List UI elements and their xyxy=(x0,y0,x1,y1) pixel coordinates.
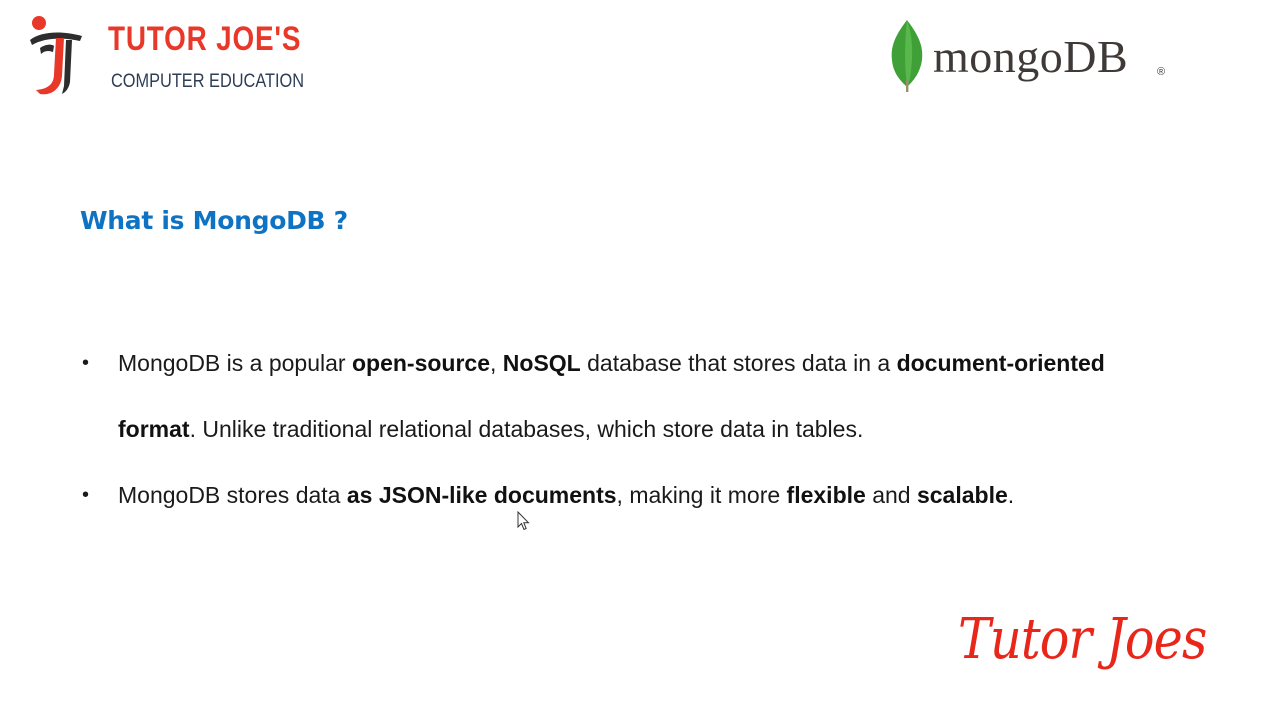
brand-signature: Tutor Joes xyxy=(958,607,1207,672)
bullet-dot-icon: • xyxy=(82,352,90,374)
mongodb-leaf-icon xyxy=(891,20,923,92)
slide-heading: What is MongoDB ? xyxy=(80,206,348,235)
bullet-dot-icon: • xyxy=(82,484,90,506)
bullet-text: MongoDB is a popular open-source, NoSQL … xyxy=(118,350,1105,442)
bullet-item: • MongoDB stores data as JSON-like docum… xyxy=(80,462,1120,528)
mongodb-wordmark: mongoDB xyxy=(933,31,1129,82)
bullet-text: MongoDB stores data as JSON-like documen… xyxy=(118,482,1015,508)
bullet-item: • MongoDB is a popular open-source, NoSQ… xyxy=(80,330,1120,462)
brand-title: TUTOR JOE'S xyxy=(108,20,302,58)
mouse-pointer-icon xyxy=(517,511,530,531)
tutor-joes-figure-icon xyxy=(30,16,82,95)
mongodb-logo: mongoDB ® xyxy=(886,18,1176,96)
registered-mark: ® xyxy=(1157,66,1166,78)
slide: TUTOR JOE'S COMPUTER EDUCATION mongoDB ®… xyxy=(0,0,1280,720)
bullet-list: • MongoDB is a popular open-source, NoSQ… xyxy=(80,330,1120,528)
tutor-joes-logo: TUTOR JOE'S COMPUTER EDUCATION xyxy=(26,14,304,98)
brand-subtitle: COMPUTER EDUCATION xyxy=(111,71,305,92)
